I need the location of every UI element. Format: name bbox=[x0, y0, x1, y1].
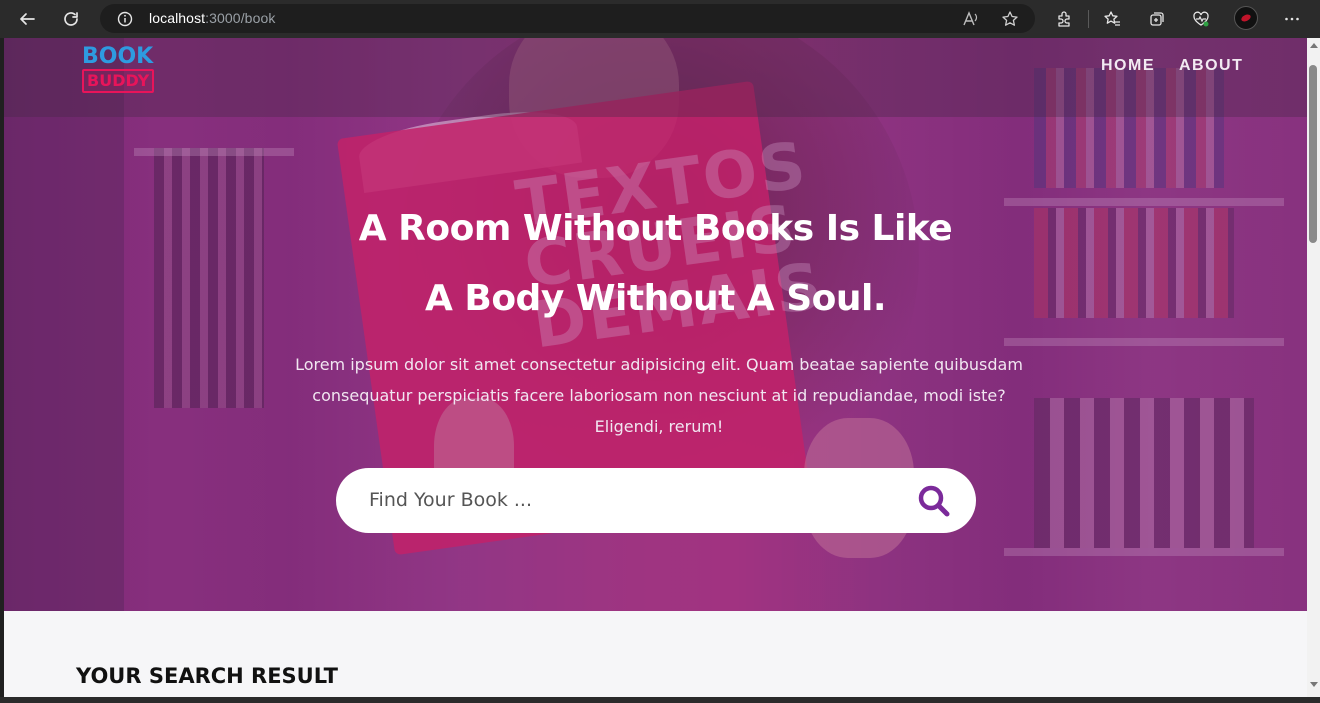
toolbar-divider bbox=[1088, 10, 1089, 28]
search-bar bbox=[336, 468, 976, 533]
extensions-icon[interactable] bbox=[1052, 7, 1076, 31]
window-bottom-edge bbox=[0, 697, 1320, 703]
site-logo[interactable]: BOOK BUDDY bbox=[82, 44, 164, 93]
hero-description: Lorem ipsum dolor sit amet consectetur a… bbox=[295, 355, 1023, 436]
url-host: localhost bbox=[149, 10, 206, 26]
more-menu-icon[interactable] bbox=[1280, 7, 1304, 31]
page-scrollbar[interactable] bbox=[1307, 38, 1320, 697]
favorites-icon[interactable] bbox=[1100, 7, 1124, 31]
scrollbar-thumb[interactable] bbox=[1309, 65, 1317, 243]
search-button[interactable] bbox=[914, 482, 954, 520]
browser-toolbar: localhost:3000/book bbox=[0, 0, 1320, 38]
page-viewport: TEXTOS CRUEIS DEMAIS BOOK BUDDY HOME ABO… bbox=[4, 38, 1307, 697]
info-circle-icon[interactable] bbox=[117, 11, 133, 31]
profile-avatar[interactable] bbox=[1234, 6, 1258, 30]
hero-title-line-1: A Room Without Books Is Like bbox=[358, 208, 953, 249]
browser-essentials-icon[interactable] bbox=[1189, 7, 1213, 31]
back-icon[interactable] bbox=[15, 7, 39, 31]
scroll-up-arrow-icon[interactable] bbox=[1310, 43, 1318, 48]
search-icon bbox=[918, 485, 950, 517]
hero-title-line-2: A Body Without A Soul. bbox=[424, 278, 887, 319]
nav-link-home[interactable]: HOME bbox=[1101, 57, 1155, 75]
hero-section: TEXTOS CRUEIS DEMAIS BOOK BUDDY HOME ABO… bbox=[4, 38, 1307, 611]
logo-text-bottom: BUDDY bbox=[82, 69, 155, 93]
url-text: localhost:3000/book bbox=[149, 10, 275, 26]
reload-icon[interactable] bbox=[59, 7, 83, 31]
favorite-star-icon[interactable] bbox=[1001, 10, 1019, 28]
logo-text-top: BOOK bbox=[82, 44, 154, 69]
collections-icon[interactable] bbox=[1145, 7, 1169, 31]
navbar: BOOK BUDDY HOME ABOUT bbox=[4, 38, 1307, 117]
nav-link-about[interactable]: ABOUT bbox=[1179, 57, 1243, 75]
address-bar[interactable]: localhost:3000/book bbox=[100, 4, 1035, 33]
scroll-down-arrow-icon[interactable] bbox=[1310, 682, 1318, 687]
search-results-title: YOUR SEARCH RESULT bbox=[76, 664, 338, 688]
read-aloud-icon[interactable] bbox=[962, 10, 980, 28]
url-path: :3000/book bbox=[205, 10, 276, 26]
search-input[interactable] bbox=[369, 482, 889, 518]
